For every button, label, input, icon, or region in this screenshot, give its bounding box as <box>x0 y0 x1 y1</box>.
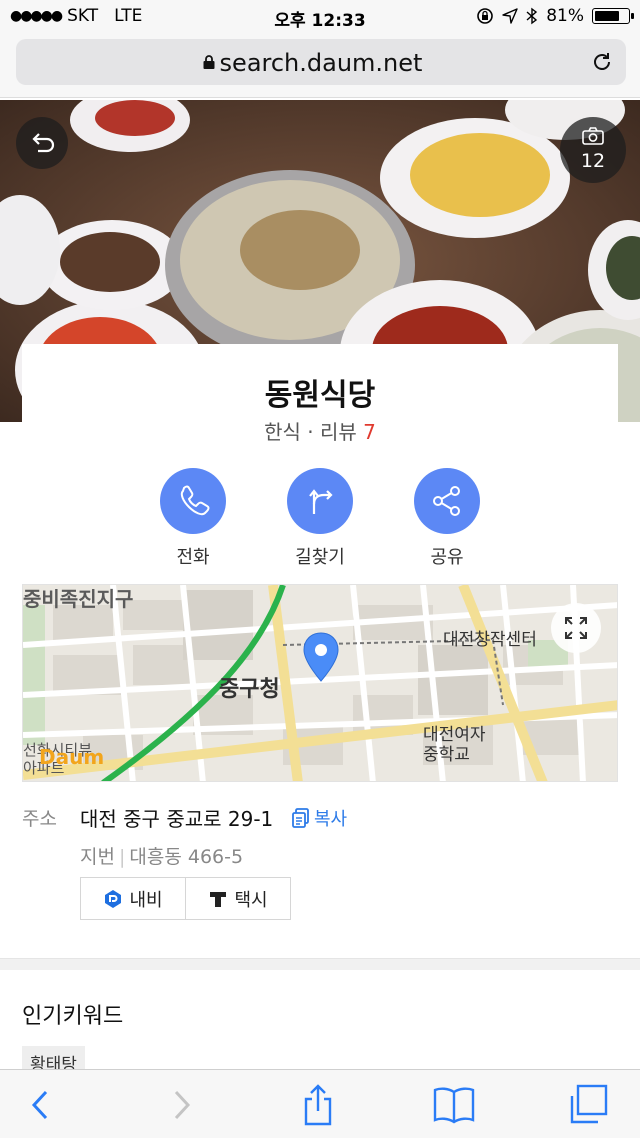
navigation-options: 내비 택시 <box>80 877 291 920</box>
place-name: 동원식당 <box>264 378 376 413</box>
map-expand-button[interactable] <box>551 603 601 653</box>
review-link[interactable]: 리뷰 7 <box>320 420 376 444</box>
browser-toolbar <box>0 1069 640 1138</box>
address-bar[interactable]: search.daum.net <box>16 39 626 85</box>
taxi-button[interactable]: 택시 <box>185 878 290 919</box>
reload-icon[interactable] <box>590 50 614 74</box>
directions-circle[interactable] <box>287 468 353 534</box>
road-address: 대전 중구 중교로 29-1 <box>80 807 274 831</box>
place-category: 한식 <box>264 420 301 444</box>
phone-icon <box>180 485 210 516</box>
bluetooth-icon <box>526 7 538 25</box>
call-circle[interactable] <box>160 468 226 534</box>
jibun-value: 대흥동 466-5 <box>129 846 244 868</box>
map-label-school: 대전여자 중학교 <box>423 725 486 765</box>
daum-logo: Daum <box>39 745 105 769</box>
address-label: 주소 <box>22 808 57 830</box>
call-button[interactable]: 전화 <box>128 468 258 569</box>
expand-icon <box>565 617 587 639</box>
copy-icon <box>292 808 309 828</box>
jibun-address: 지번 | 대흥동 466-5 <box>80 842 243 869</box>
location-icon <box>502 8 518 24</box>
taxi-label: 택시 <box>234 889 268 911</box>
section-divider <box>0 958 640 970</box>
location-map[interactable]: 중비족진지구 중구청 대전창작센터 대전여자 중학교 선화시티뷰 아파트 Dau… <box>22 584 618 782</box>
place-meta: 한식 · 리뷰 7 <box>0 416 640 445</box>
share-icon <box>433 486 460 516</box>
map-label-top-left: 중비족진지구 <box>23 587 134 611</box>
navi-button[interactable]: 내비 <box>81 878 185 919</box>
rotation-lock-icon <box>477 8 494 24</box>
map-tiles <box>23 585 617 781</box>
undo-arrow-icon <box>32 133 55 153</box>
map-pin-icon <box>303 632 339 682</box>
directions-button[interactable]: 길찾기 <box>255 468 385 569</box>
popular-keywords-title: 인기키워드 <box>22 1004 124 1029</box>
kakao-navi-icon <box>105 889 122 908</box>
map-label-district: 중구청 <box>219 677 280 702</box>
copy-address-button[interactable]: 복사 <box>292 805 347 831</box>
photo-gallery-button[interactable]: 12 <box>560 117 626 183</box>
directions-icon <box>309 489 333 514</box>
battery-icon <box>592 8 634 24</box>
tabs-icon[interactable] <box>566 1084 610 1126</box>
jibun-label: 지번 <box>80 846 115 868</box>
camera-icon <box>582 127 604 145</box>
copy-label: 복사 <box>314 809 348 830</box>
share-sheet-icon[interactable] <box>296 1084 340 1126</box>
review-label: 리뷰 <box>319 420 357 444</box>
navi-label: 내비 <box>129 889 163 911</box>
battery-fill <box>595 11 620 21</box>
bookmarks-icon[interactable] <box>432 1084 476 1126</box>
battery-percent: 81% <box>546 6 584 26</box>
browser-chrome: search.daum.net <box>0 34 640 98</box>
back-button[interactable] <box>16 117 68 169</box>
directions-label: 길찾기 <box>295 547 345 568</box>
map-label-center: 대전창작센터 <box>443 630 537 650</box>
photo-count: 12 <box>580 150 606 172</box>
status-bar: ●●●●● SKT LTE 오후 12:33 81% <box>0 0 640 34</box>
taxi-icon <box>210 891 227 907</box>
meta-separator: · <box>307 420 314 444</box>
review-count: 7 <box>363 420 376 444</box>
call-label: 전화 <box>176 547 210 568</box>
share-circle[interactable] <box>414 468 480 534</box>
jibun-separator: | <box>118 846 126 868</box>
back-chevron-icon[interactable] <box>18 1084 62 1126</box>
share-button[interactable]: 공유 <box>382 468 512 569</box>
share-label: 공유 <box>430 547 464 568</box>
forward-chevron-icon[interactable] <box>158 1084 202 1126</box>
url-text: search.daum.net <box>219 49 423 77</box>
